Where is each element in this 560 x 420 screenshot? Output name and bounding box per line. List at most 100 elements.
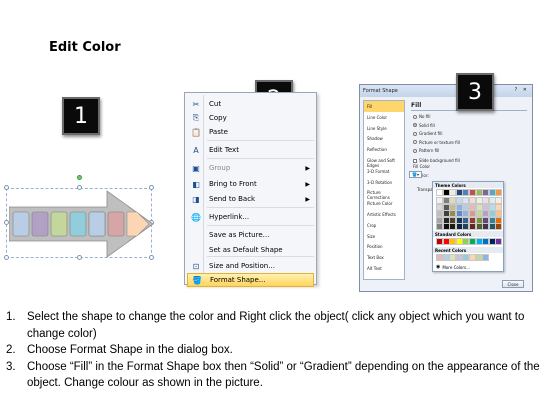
category-item[interactable]: Crop [364, 220, 404, 231]
color-swatch[interactable] [482, 223, 490, 231]
close-button[interactable]: Close [502, 280, 524, 288]
color-swatch[interactable] [475, 238, 483, 245]
color-swatch[interactable] [455, 254, 463, 261]
color-swatch[interactable] [488, 197, 496, 204]
color-swatch[interactable] [468, 238, 476, 245]
color-swatch[interactable] [449, 238, 457, 245]
color-swatch[interactable] [468, 197, 476, 204]
color-swatch[interactable] [449, 216, 457, 224]
color-swatch[interactable] [482, 189, 490, 196]
color-swatch[interactable] [488, 238, 496, 245]
menu-item[interactable]: ◧ Bring to Front ▶ [187, 177, 314, 191]
color-picker-button[interactable]: 🪣▾ [409, 171, 422, 178]
color-swatch[interactable] [475, 216, 483, 224]
color-swatch[interactable] [482, 197, 490, 204]
color-swatch[interactable] [462, 189, 470, 196]
radio-button[interactable] [413, 148, 417, 153]
color-swatch[interactable] [495, 197, 503, 204]
color-swatch[interactable] [482, 254, 490, 261]
color-swatch[interactable] [488, 189, 496, 196]
color-swatch[interactable] [468, 216, 476, 224]
color-swatch[interactable] [462, 216, 470, 224]
color-swatch[interactable] [495, 203, 503, 211]
radio-button[interactable] [413, 123, 417, 127]
category-item[interactable]: Reflection [364, 144, 404, 155]
menu-item[interactable]: 🌐 Hyperlink... [187, 210, 314, 224]
color-swatch[interactable] [442, 254, 450, 261]
color-swatch[interactable] [488, 216, 496, 224]
color-swatch[interactable] [468, 223, 476, 231]
color-swatch[interactable] [495, 238, 503, 245]
color-swatch[interactable] [475, 223, 483, 231]
color-swatch[interactable] [482, 210, 490, 218]
fill-option-radio[interactable]: Picture or texture fill [413, 140, 460, 145]
color-swatch[interactable] [462, 238, 470, 245]
color-swatch[interactable] [455, 203, 463, 211]
category-item[interactable]: Position [364, 241, 404, 252]
color-swatch[interactable] [468, 189, 476, 196]
color-swatch[interactable] [455, 238, 463, 245]
color-swatch[interactable] [495, 189, 503, 196]
color-swatch[interactable] [488, 203, 496, 211]
menu-item[interactable]: ◨ Send to Back ▶ [187, 192, 314, 206]
color-swatch[interactable] [455, 189, 463, 196]
rotate-handle[interactable] [77, 175, 82, 180]
color-swatch[interactable] [462, 254, 470, 261]
color-swatch[interactable] [442, 189, 450, 196]
menu-item[interactable]: ⎘ Copy [187, 111, 314, 125]
selected-arrow-shape[interactable] [4, 175, 156, 265]
color-swatch[interactable] [449, 210, 457, 218]
category-item[interactable]: Line Color [364, 112, 404, 123]
color-swatch[interactable] [449, 254, 457, 261]
menu-item[interactable]: ▣ Group ▶ [187, 161, 314, 175]
color-swatch[interactable] [455, 223, 463, 231]
radio-button[interactable] [413, 131, 417, 136]
color-swatch[interactable] [436, 203, 443, 211]
category-item[interactable]: 3-D Rotation [364, 177, 404, 188]
color-swatch[interactable] [455, 197, 463, 204]
more-colors-button[interactable]: ◉ More Colors... [436, 264, 470, 270]
color-swatch[interactable] [468, 203, 476, 211]
menu-item[interactable]: ✂ Cut [187, 97, 314, 111]
color-swatch[interactable] [468, 254, 476, 261]
menu-item[interactable]: 📋 Paste [187, 125, 314, 139]
color-swatch[interactable] [475, 254, 483, 261]
color-swatch[interactable] [495, 210, 503, 218]
color-swatch[interactable] [475, 210, 483, 218]
menu-item[interactable]: Save as Picture... [187, 228, 314, 242]
color-swatch[interactable] [449, 197, 457, 204]
color-swatch[interactable] [455, 216, 463, 224]
color-swatch[interactable] [482, 216, 490, 224]
color-swatch[interactable] [462, 223, 470, 231]
color-swatch[interactable] [495, 216, 503, 224]
color-swatch[interactable] [482, 203, 490, 211]
color-swatch[interactable] [442, 210, 450, 218]
category-item[interactable]: Glow and Soft Edges [364, 155, 404, 168]
color-swatch[interactable] [436, 210, 443, 218]
category-item[interactable]: Size [364, 231, 404, 242]
color-swatch[interactable] [449, 223, 457, 231]
category-item[interactable]: Alt Text [364, 263, 404, 274]
color-swatch[interactable] [455, 210, 463, 218]
radio-button[interactable] [413, 114, 417, 119]
color-swatch[interactable] [442, 238, 450, 245]
slide-background-fill-checkbox[interactable]: Slide background fill [413, 158, 460, 163]
color-swatch[interactable] [482, 238, 490, 245]
color-swatch[interactable] [449, 203, 457, 211]
category-item[interactable]: Line Style [364, 123, 404, 134]
color-swatch[interactable] [462, 203, 470, 211]
color-swatch[interactable] [436, 254, 443, 261]
color-swatch[interactable] [449, 189, 457, 196]
radio-button[interactable] [413, 140, 417, 144]
color-swatch[interactable] [462, 197, 470, 204]
color-swatch[interactable] [475, 189, 483, 196]
category-item[interactable]: Fill [364, 101, 404, 112]
category-item[interactable]: Shadow [364, 133, 404, 144]
color-swatch[interactable] [436, 216, 443, 224]
color-swatch[interactable] [436, 238, 443, 245]
color-swatch[interactable] [442, 203, 450, 211]
color-swatch[interactable] [488, 223, 496, 231]
fill-option-radio[interactable]: No fill [413, 114, 430, 119]
menu-item[interactable]: ⊡ Size and Position... [187, 259, 314, 273]
fill-option-radio[interactable]: Gradient fill [413, 131, 442, 136]
